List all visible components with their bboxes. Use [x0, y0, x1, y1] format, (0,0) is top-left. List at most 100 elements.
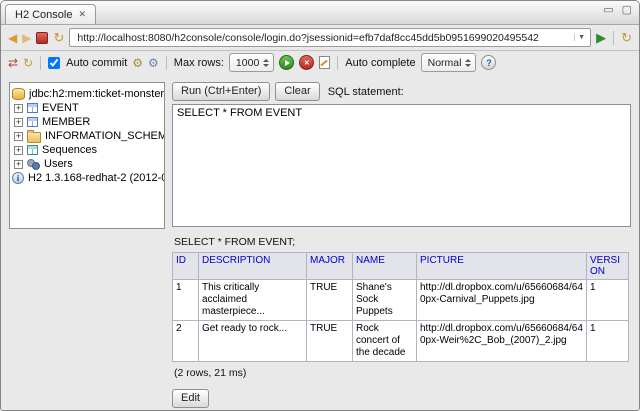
- url-input[interactable]: [75, 31, 574, 45]
- open-external-browser-icon[interactable]: ↻: [621, 31, 632, 44]
- tab-h2-console[interactable]: H2 Console ✕: [5, 4, 96, 24]
- column-header-version: VERSION: [587, 253, 629, 280]
- view-window-buttons: ▭ ▢: [603, 5, 632, 16]
- tree-info-label: H2 1.3.168-redhat-2 (2012-07-13: [28, 172, 165, 184]
- edit-icon[interactable]: [319, 56, 330, 69]
- url-bar: ▼: [69, 28, 591, 47]
- column-header-name: NAME: [353, 253, 417, 280]
- toolbar-separator: [337, 56, 338, 70]
- tree-root-label: jdbc:h2:mem:ticket-monster: [29, 88, 164, 100]
- select-arrows-icon: [465, 59, 471, 67]
- table-icon: [27, 117, 38, 127]
- table-cell: http://dl.dropbox.com/u/65660684/640px-W…: [417, 321, 587, 362]
- tree-item-member[interactable]: + MEMBER: [12, 115, 162, 129]
- forward-icon[interactable]: ▶: [22, 32, 31, 44]
- minimize-icon[interactable]: ▭: [603, 5, 613, 16]
- table-cell: 1: [587, 280, 629, 321]
- run-button[interactable]: Run (Ctrl+Enter): [172, 82, 270, 101]
- table-cell: http://dl.dropbox.com/u/65660684/640px-C…: [417, 280, 587, 321]
- select-arrows-icon: [263, 59, 269, 67]
- max-rows-value: 1000: [236, 57, 259, 69]
- table-cell: Get ready to rock...: [199, 321, 307, 362]
- expander-icon[interactable]: +: [14, 132, 23, 141]
- auto-commit-checkbox[interactable]: [48, 57, 60, 69]
- auto-complete-select[interactable]: Normal: [421, 53, 477, 72]
- cancel-icon[interactable]: ✕: [299, 55, 314, 70]
- tree-item-label: INFORMATION_SCHEMA: [45, 130, 165, 142]
- go-icon[interactable]: ▶: [596, 31, 606, 44]
- expander-icon[interactable]: +: [14, 146, 23, 155]
- run-icon[interactable]: [279, 55, 294, 70]
- clear-button[interactable]: Clear: [275, 82, 319, 101]
- max-rows-label: Max rows:: [174, 57, 224, 69]
- toolbar-separator: [166, 56, 167, 70]
- tree-item-information-schema[interactable]: + INFORMATION_SCHEMA: [12, 129, 162, 143]
- table-cell: Rock concert of the decade: [353, 321, 417, 362]
- table-header-row: ID DESCRIPTION MAJOR NAME PICTURE VERSIO…: [173, 253, 629, 280]
- back-icon[interactable]: ◀: [8, 32, 17, 44]
- sequences-icon: [27, 145, 38, 155]
- url-history-dropdown-icon[interactable]: ▼: [574, 34, 588, 41]
- query-panel: Run (Ctrl+Enter) Clear SQL statement: SE…: [172, 82, 631, 408]
- tree-info-version: i H2 1.3.168-redhat-2 (2012-07-13: [12, 171, 162, 185]
- close-icon[interactable]: ✕: [78, 9, 86, 20]
- tree-root-database[interactable]: jdbc:h2:mem:ticket-monster: [12, 87, 162, 101]
- database-icon: [12, 88, 25, 100]
- expander-icon[interactable]: +: [14, 104, 23, 113]
- tree-item-label: MEMBER: [42, 116, 90, 128]
- rollback-icon[interactable]: ⚙: [148, 57, 159, 69]
- disconnect-icon[interactable]: ⇄: [8, 57, 18, 69]
- auto-complete-value: Normal: [428, 57, 462, 69]
- view-tab-bar: H2 Console ✕ ▭ ▢: [1, 1, 639, 25]
- edit-button-row: Edit: [172, 388, 631, 408]
- help-icon[interactable]: ?: [481, 55, 496, 70]
- tree-item-label: EVENT: [42, 102, 79, 114]
- tree-item-label: Users: [44, 158, 73, 170]
- refresh-page-icon[interactable]: ↻: [53, 31, 64, 44]
- auto-complete-label: Auto complete: [345, 57, 415, 69]
- table-cell: This critically acclaimed masterpiece...: [199, 280, 307, 321]
- toolbar-separator: [613, 31, 614, 45]
- h2-toolbar: ⇄ ↻ Auto commit ⚙ ⚙ Max rows: 1000 ✕ Aut…: [1, 51, 639, 74]
- info-icon: i: [12, 172, 24, 184]
- auto-commit-label: Auto commit: [66, 57, 127, 69]
- table-cell: Shane's Sock Puppets: [353, 280, 417, 321]
- results-table: ID DESCRIPTION MAJOR NAME PICTURE VERSIO…: [172, 252, 629, 362]
- maximize-icon[interactable]: ▢: [622, 5, 632, 16]
- refresh-objects-icon[interactable]: ↻: [23, 57, 33, 69]
- column-header-id: ID: [173, 253, 199, 280]
- tree-item-event[interactable]: + EVENT: [12, 101, 162, 115]
- edit-button[interactable]: Edit: [172, 389, 209, 408]
- results-panel: SELECT * FROM EVENT; ID DESCRIPTION MAJO…: [172, 236, 631, 408]
- stop-loading-icon[interactable]: [36, 32, 48, 44]
- table-row: 1 This critically acclaimed masterpiece.…: [173, 280, 629, 321]
- tree-item-sequences[interactable]: + Sequences: [12, 143, 162, 157]
- sql-statement-label: SQL statement:: [328, 86, 404, 98]
- table-cell: TRUE: [307, 321, 353, 362]
- commit-icon[interactable]: ⚙: [132, 57, 143, 69]
- sql-input[interactable]: SELECT * FROM EVENT: [172, 104, 631, 227]
- table-cell: TRUE: [307, 280, 353, 321]
- table-icon: [27, 103, 38, 113]
- toolbar-separator: [40, 56, 41, 70]
- table-cell: 1: [587, 321, 629, 362]
- column-header-picture: PICTURE: [417, 253, 587, 280]
- tree-item-users[interactable]: + Users: [12, 157, 162, 171]
- tree-item-label: Sequences: [42, 144, 97, 156]
- column-header-description: DESCRIPTION: [199, 253, 307, 280]
- folder-icon: [27, 132, 41, 143]
- main-content: jdbc:h2:mem:ticket-monster + EVENT + MEM…: [1, 74, 639, 408]
- tab-title: H2 Console: [15, 9, 72, 21]
- browser-toolbar: ◀ ▶ ↻ ▼ ▶ ↻: [1, 25, 639, 51]
- executed-query-text: SELECT * FROM EVENT;: [174, 236, 631, 248]
- row-count-status: (2 rows, 21 ms): [174, 367, 631, 379]
- database-tree: jdbc:h2:mem:ticket-monster + EVENT + MEM…: [9, 82, 165, 229]
- h2-console-window: H2 Console ✕ ▭ ▢ ◀ ▶ ↻ ▼ ▶ ↻ ⇄ ↻ Auto co…: [0, 0, 640, 411]
- column-header-major: MAJOR: [307, 253, 353, 280]
- expander-icon[interactable]: +: [14, 118, 23, 127]
- max-rows-select[interactable]: 1000: [229, 53, 274, 72]
- expander-icon[interactable]: +: [14, 160, 23, 169]
- table-row: 2 Get ready to rock... TRUE Rock concert…: [173, 321, 629, 362]
- table-cell: 1: [173, 280, 199, 321]
- users-icon: [27, 159, 40, 170]
